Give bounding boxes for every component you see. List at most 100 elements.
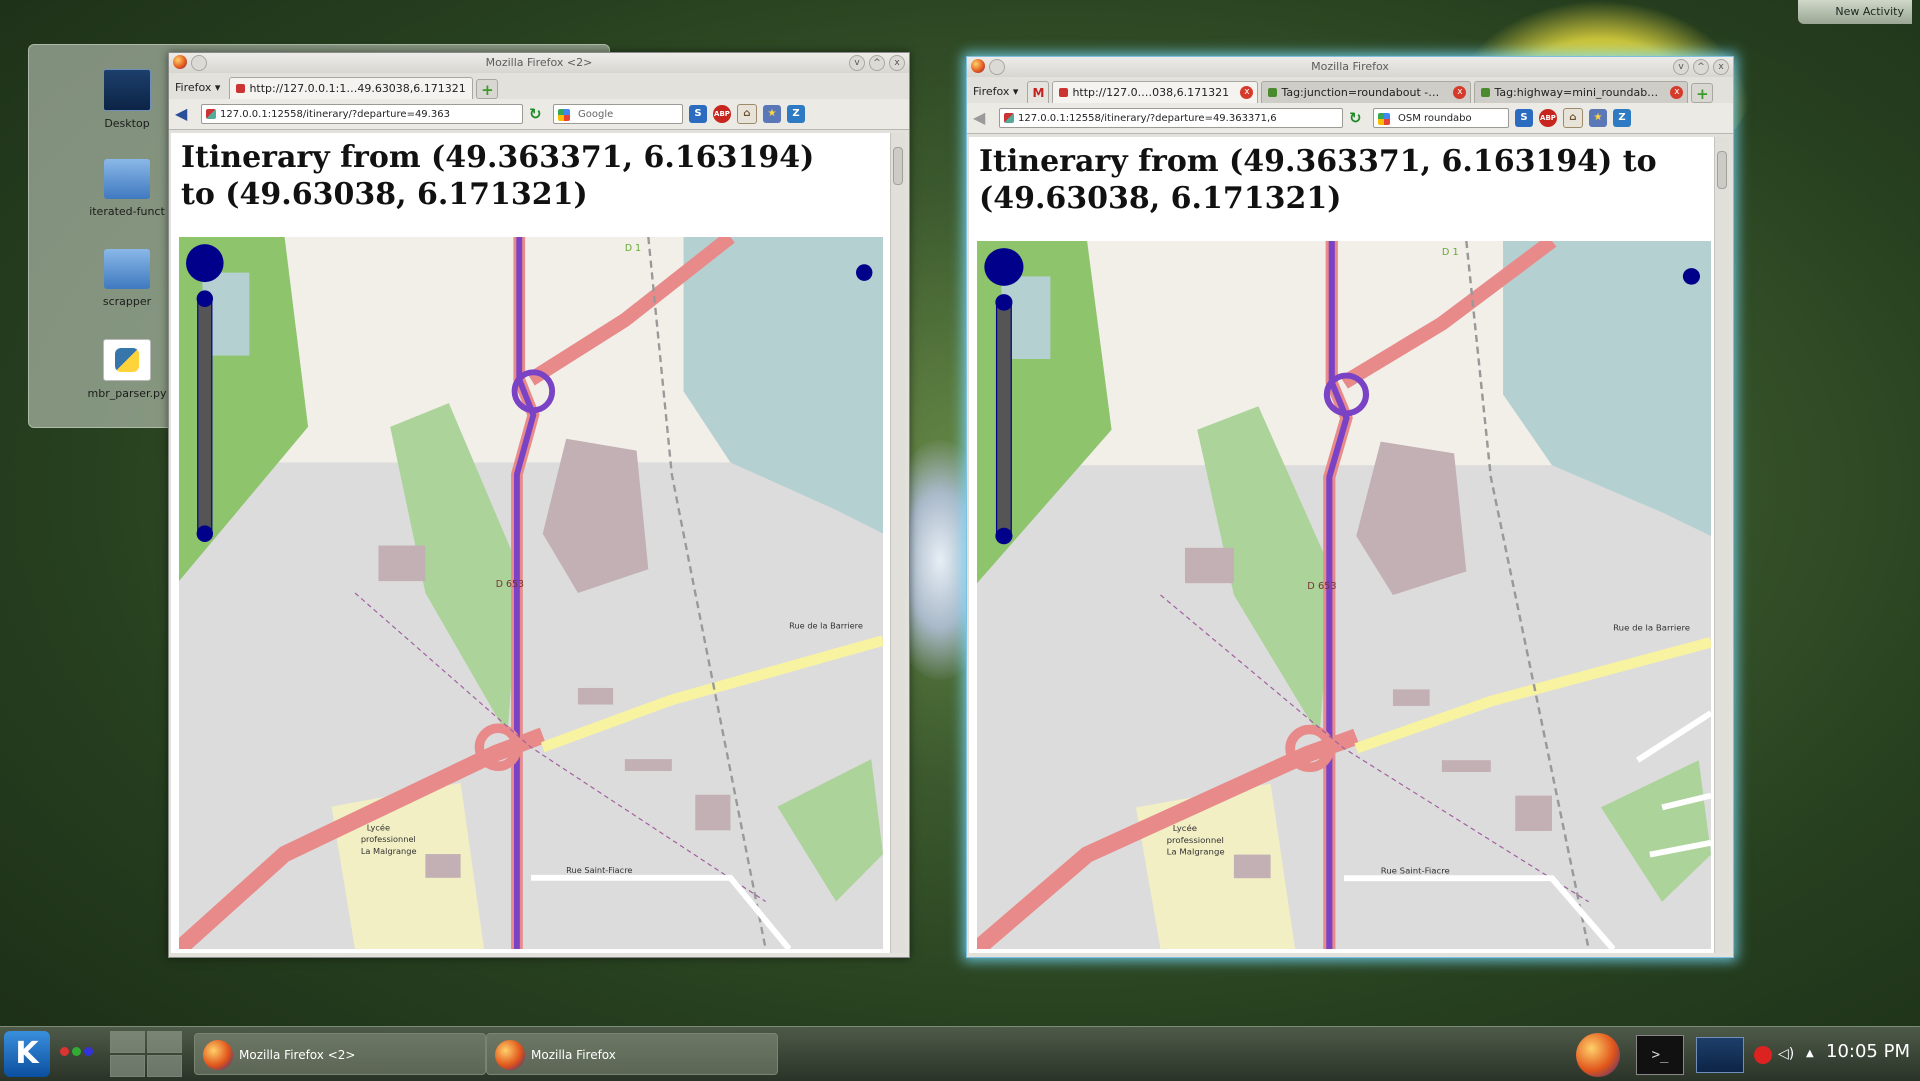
maximize-icon[interactable]: ^ bbox=[869, 55, 885, 71]
back-arrow-icon[interactable]: ◀ bbox=[973, 110, 993, 126]
chevron-down-icon[interactable]: v bbox=[1673, 59, 1689, 75]
chevron-down-icon[interactable]: v bbox=[849, 55, 865, 71]
home-icon[interactable]: ⌂ bbox=[737, 104, 757, 124]
svg-text:Rue de la Barriere: Rue de la Barriere bbox=[1613, 623, 1690, 633]
reload-icon[interactable]: ↻ bbox=[1349, 109, 1367, 127]
virtual-desktop-pager[interactable] bbox=[110, 1031, 182, 1077]
task-firefox-2[interactable]: Mozilla Firefox <2> bbox=[194, 1033, 486, 1075]
svg-text:D 1: D 1 bbox=[625, 243, 641, 254]
firefox-menu-button[interactable]: Firefox ▾ bbox=[173, 77, 226, 99]
tab-mini-roundabout[interactable]: Tag:highway=mini_roundab… x bbox=[1474, 81, 1689, 103]
new-tab-button[interactable]: + bbox=[476, 79, 499, 99]
taskbar: K Mozilla Firefox <2> Mozilla Firefox >_… bbox=[0, 1026, 1920, 1081]
url-input[interactable]: 127.0.0.1:12558/itinerary/?departure=49.… bbox=[999, 108, 1343, 128]
desktop-icon bbox=[103, 69, 151, 111]
blue-dot-icon bbox=[84, 1047, 93, 1056]
pager-desktop-2[interactable] bbox=[147, 1031, 182, 1053]
folder-icon bbox=[104, 159, 150, 199]
s-extension-icon[interactable]: S bbox=[689, 105, 707, 123]
close-tab-icon[interactable]: x bbox=[1670, 86, 1684, 99]
pager-desktop-3[interactable] bbox=[110, 1055, 145, 1077]
page-content: Itinerary from (49.363371, 6.163194) to … bbox=[171, 133, 905, 953]
tray-expand-icon[interactable]: ▲ bbox=[1806, 1048, 1820, 1062]
close-icon[interactable]: x bbox=[889, 55, 905, 71]
s-extension-icon[interactable]: S bbox=[1515, 109, 1533, 127]
terminal-icon[interactable]: >_ bbox=[1636, 1035, 1684, 1075]
scrollbar-thumb[interactable] bbox=[893, 147, 903, 185]
window-titlebar[interactable]: Mozilla Firefox <2> v ^ x bbox=[169, 53, 909, 73]
svg-text:La Malgrange: La Malgrange bbox=[361, 846, 417, 856]
reload-icon[interactable]: ↻ bbox=[529, 105, 547, 123]
close-tab-icon[interactable]: x bbox=[1453, 86, 1467, 99]
tab-bar: Firefox ▾ M http://127.0.…038,6.171321 x … bbox=[967, 77, 1733, 103]
search-input[interactable]: OSM roundabo bbox=[1373, 108, 1509, 128]
window-title: Mozilla Firefox <2> bbox=[485, 56, 593, 69]
navigation-toolbar: ◀ 127.0.0.1:12558/itinerary/?departure=4… bbox=[967, 103, 1733, 134]
python-file-icon bbox=[103, 339, 151, 381]
kde-menu-button[interactable]: K bbox=[4, 1031, 50, 1077]
page-content: Itinerary from (49.363371, 6.163194) to … bbox=[969, 137, 1729, 953]
zotero-icon[interactable]: Z bbox=[787, 105, 805, 123]
svg-text:La Malgrange: La Malgrange bbox=[1167, 847, 1225, 857]
search-input[interactable]: Google bbox=[553, 104, 683, 124]
back-arrow-icon[interactable]: ◀ bbox=[175, 106, 195, 122]
pin-icon[interactable] bbox=[191, 55, 207, 71]
page-favicon-icon bbox=[1059, 88, 1069, 97]
maximize-icon[interactable]: ^ bbox=[1693, 59, 1709, 75]
gmail-app-tab[interactable]: M bbox=[1027, 81, 1050, 103]
firefox-icon bbox=[203, 1040, 233, 1070]
pager-desktop-4[interactable] bbox=[147, 1055, 182, 1077]
svg-text:Lycée: Lycée bbox=[1173, 823, 1197, 833]
osm-map[interactable]: D 1 D 653 Rue de la Barriere Rue Saint-F… bbox=[977, 241, 1711, 949]
desktop-item-label: iterated-funct bbox=[89, 205, 165, 218]
svg-text:Rue Saint-Fiacre: Rue Saint-Fiacre bbox=[1381, 866, 1450, 876]
activity-dots[interactable] bbox=[60, 1047, 93, 1056]
page-favicon-icon bbox=[236, 84, 246, 93]
notification-icon[interactable] bbox=[1754, 1046, 1772, 1064]
home-icon[interactable]: ⌂ bbox=[1563, 108, 1583, 128]
osm-map[interactable]: D 1 D 653 Rue de la Barriere Rue Saint-F… bbox=[179, 237, 883, 949]
new-tab-button[interactable]: + bbox=[1691, 83, 1714, 103]
tab-itinerary[interactable]: http://127.0.0.1:1…49.63038,6.171321 bbox=[229, 77, 474, 99]
tab-label: Tag:highway=mini_roundab… bbox=[1494, 86, 1659, 99]
svg-text:professionnel: professionnel bbox=[1167, 835, 1224, 845]
svg-text:Rue de la Barriere: Rue de la Barriere bbox=[789, 621, 863, 631]
svg-text:D 1: D 1 bbox=[1442, 247, 1459, 258]
close-icon[interactable]: x bbox=[1713, 59, 1729, 75]
firefox-icon bbox=[971, 59, 985, 73]
task-firefox-1[interactable]: Mozilla Firefox bbox=[486, 1033, 778, 1075]
adblock-icon[interactable]: ABP bbox=[713, 105, 731, 123]
tab-bar: Firefox ▾ http://127.0.0.1:1…49.63038,6.… bbox=[169, 73, 909, 99]
bookmarks-icon[interactable]: ★ bbox=[1589, 109, 1607, 127]
firefox-window-1[interactable]: Mozilla Firefox v ^ x Firefox ▾ M http:/… bbox=[966, 56, 1734, 958]
firefox-window-2[interactable]: Mozilla Firefox <2> v ^ x Firefox ▾ http… bbox=[168, 52, 910, 958]
window-title: Mozilla Firefox bbox=[1311, 60, 1389, 73]
clock[interactable]: 10:05 PM bbox=[1826, 1041, 1910, 1062]
firefox-menu-button[interactable]: Firefox ▾ bbox=[971, 81, 1024, 103]
desktop-item-label: scrapper bbox=[102, 295, 152, 308]
show-desktop-icon[interactable] bbox=[1696, 1037, 1744, 1073]
map-canvas: D 1 D 653 Rue de la Barriere Rue Saint-F… bbox=[179, 237, 883, 949]
window-titlebar[interactable]: Mozilla Firefox v ^ x bbox=[967, 57, 1733, 77]
tab-label: Tag:junction=roundabout -… bbox=[1281, 86, 1440, 99]
pin-icon[interactable] bbox=[989, 59, 1005, 75]
tab-junction-roundabout[interactable]: Tag:junction=roundabout -… x bbox=[1261, 81, 1472, 103]
close-tab-icon[interactable]: x bbox=[1240, 86, 1254, 99]
vertical-scrollbar[interactable] bbox=[1714, 137, 1729, 953]
adblock-icon[interactable]: ABP bbox=[1539, 109, 1557, 127]
pager-desktop-1[interactable] bbox=[110, 1031, 145, 1053]
map-canvas: D 1 D 653 Rue de la Barriere Rue Saint-F… bbox=[977, 241, 1711, 949]
firefox-icon bbox=[495, 1040, 525, 1070]
zotero-icon[interactable]: Z bbox=[1613, 109, 1631, 127]
green-dot-icon bbox=[72, 1047, 81, 1056]
tab-itinerary[interactable]: http://127.0.…038,6.171321 x bbox=[1052, 81, 1259, 103]
bookmarks-icon[interactable]: ★ bbox=[763, 105, 781, 123]
url-input[interactable]: 127.0.0.1:12558/itinerary/?departure=49.… bbox=[201, 104, 523, 124]
firefox-launcher-icon[interactable] bbox=[1576, 1033, 1620, 1077]
scrollbar-thumb[interactable] bbox=[1717, 151, 1727, 189]
page-title: Itinerary from (49.363371, 6.163194) to … bbox=[181, 140, 815, 212]
vertical-scrollbar[interactable] bbox=[890, 133, 905, 953]
new-activity-button[interactable]: New Activity bbox=[1798, 0, 1912, 24]
volume-icon[interactable]: ◁) bbox=[1778, 1046, 1800, 1064]
folder-icon bbox=[104, 249, 150, 289]
